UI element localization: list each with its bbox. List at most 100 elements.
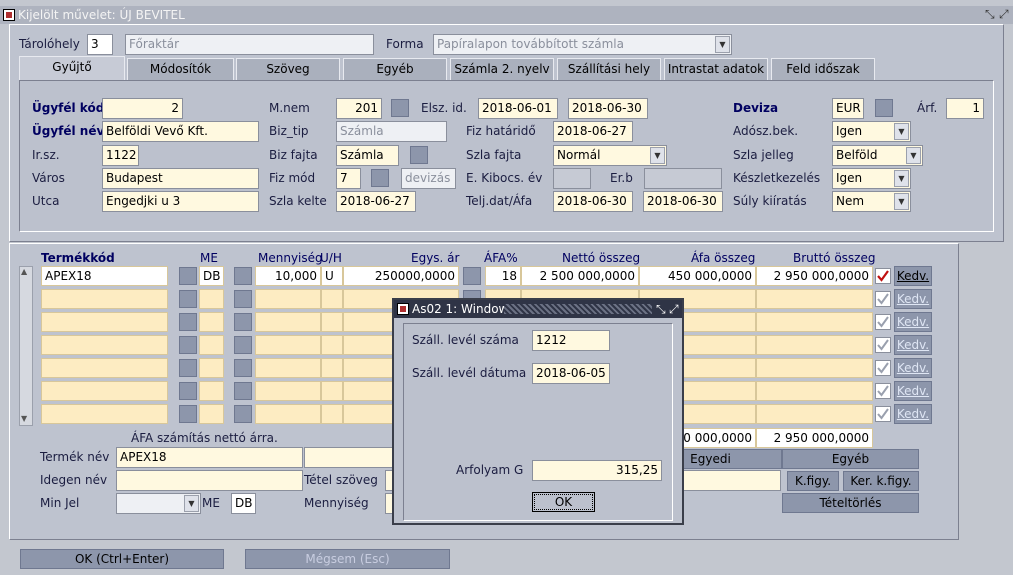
row-checkbox[interactable] — [875, 314, 891, 330]
ok-button[interactable]: OK (Ctrl+Enter) — [20, 549, 224, 569]
row-lookup-button[interactable] — [234, 359, 252, 377]
empty-cell[interactable] — [41, 358, 168, 378]
empty-cell[interactable] — [199, 289, 224, 309]
cell-me[interactable]: DB — [199, 266, 224, 286]
cancel-button[interactable]: Mégsem (Esc) — [245, 549, 450, 569]
cell-netto[interactable]: 2 500 000,0000 — [521, 266, 639, 286]
kedv-button[interactable]: Kedv. — [894, 266, 932, 286]
chevron-down-icon[interactable]: ▼ — [894, 170, 909, 187]
kedv-button[interactable]: Kedv. — [894, 358, 932, 378]
kfigy-button[interactable]: K.figy. — [787, 471, 839, 491]
irsz-field[interactable]: 1122 — [102, 145, 139, 166]
mnem-lookup-button[interactable] — [391, 99, 409, 117]
ugyfel-kod-field[interactable]: 2 — [102, 98, 183, 119]
afa-dat-field[interactable]: 2018-06-30 — [643, 191, 723, 212]
maximize-icon[interactable]: ⤢ — [999, 6, 1011, 22]
deviza-field[interactable]: EUR — [832, 98, 864, 119]
empty-cell[interactable] — [199, 381, 224, 401]
chevron-down-icon[interactable]: ▼ — [184, 495, 199, 512]
empty-cell[interactable] — [321, 312, 343, 332]
empty-cell[interactable] — [255, 335, 321, 355]
mnem-field[interactable]: 201 — [336, 98, 382, 119]
empty-cell[interactable] — [199, 312, 224, 332]
cell-brutto[interactable]: 2 950 000,0000 — [756, 266, 873, 286]
empty-cell[interactable] — [756, 335, 873, 355]
biz-fajta-lookup-button[interactable] — [410, 146, 428, 164]
min-jel-select[interactable]: ▼ — [116, 493, 201, 514]
chevron-down-icon[interactable]: ▼ — [650, 147, 665, 164]
biz-fajta-field[interactable]: Számla — [336, 145, 399, 166]
chevron-down-icon[interactable]: ▼ — [894, 123, 909, 140]
telj-dat-field[interactable]: 2018-06-30 — [553, 191, 633, 212]
termek-nev-extra-field[interactable] — [304, 447, 394, 468]
empty-cell[interactable] — [41, 404, 168, 424]
tab-modositok[interactable]: Módosítók — [127, 58, 234, 80]
ker-kfigy-button[interactable]: Ker. k.figy. — [843, 471, 919, 491]
row-lookup-button[interactable] — [179, 405, 197, 423]
empty-cell[interactable] — [756, 312, 873, 332]
cell-termekkod[interactable]: APEX18 — [41, 266, 168, 286]
row-lookup-button[interactable] — [234, 382, 252, 400]
tab-szamla-2-nyelv[interactable]: Számla 2. nyelv — [450, 58, 554, 80]
teteltorles-button[interactable]: Tételtörlés — [782, 493, 919, 513]
egyeb-button[interactable]: Egyéb — [782, 449, 919, 469]
szla-kelte-field[interactable]: 2018-06-27 — [336, 191, 416, 212]
row-lookup-button[interactable] — [179, 290, 197, 308]
tab-szallitasi-hely[interactable]: Szállítási hely — [557, 58, 661, 80]
row-checkbox[interactable] — [875, 268, 891, 284]
empty-cell[interactable] — [41, 289, 168, 309]
keszlet-select[interactable]: Igen ▼ — [832, 168, 911, 189]
empty-cell[interactable] — [756, 358, 873, 378]
row-lookup-button[interactable] — [234, 313, 252, 331]
fiz-mod-field[interactable]: 7 — [336, 168, 361, 189]
utca-field[interactable]: Engedjki u 3 — [102, 191, 259, 212]
termekkod-lookup-button[interactable] — [179, 267, 197, 285]
me-lookup-button[interactable] — [234, 267, 252, 285]
empty-cell[interactable] — [41, 335, 168, 355]
minimize-icon[interactable]: ⤡ — [985, 6, 997, 22]
idegen-nev-field[interactable] — [116, 470, 303, 491]
empty-cell[interactable] — [41, 381, 168, 401]
tab-egyeb[interactable]: Egyéb — [343, 58, 447, 80]
row-lookup-button[interactable] — [179, 336, 197, 354]
szla-fajta-select[interactable]: Normál ▼ — [553, 145, 667, 166]
empty-cell[interactable] — [255, 381, 321, 401]
elsz-to-field[interactable]: 2018-06-30 — [568, 98, 648, 119]
cell-uh[interactable]: U — [321, 266, 343, 286]
row-lookup-button[interactable] — [234, 405, 252, 423]
empty-cell[interactable] — [41, 312, 168, 332]
chevron-down-icon[interactable]: ▼ — [715, 36, 730, 53]
tab-feld-idoszak[interactable]: Feld időszak — [771, 58, 875, 80]
empty-cell[interactable] — [255, 312, 321, 332]
szall-szama-field[interactable]: 1212 — [532, 330, 610, 351]
empty-cell[interactable] — [756, 381, 873, 401]
empty-cell[interactable] — [199, 358, 224, 378]
chevron-down-icon[interactable]: ▼ — [894, 193, 909, 210]
row-checkbox[interactable] — [875, 383, 891, 399]
empty-cell[interactable] — [756, 289, 873, 309]
cell-egys-ar[interactable]: 250000,0000 — [343, 266, 459, 286]
tarolohely-code-field[interactable]: 3 — [87, 34, 113, 55]
empty-cell[interactable] — [321, 381, 343, 401]
dialog-titlebar[interactable]: As02 1: Window 0 ⤡ ⤢ — [394, 300, 682, 318]
row-checkbox[interactable] — [875, 360, 891, 376]
tab-gyujto[interactable]: Gyűjtő — [19, 56, 125, 80]
dialog-ok-button[interactable]: OK — [532, 492, 595, 512]
grid-scrollbar[interactable]: ▲ ▼ — [19, 266, 33, 426]
szla-jelleg-select[interactable]: Belföld ▼ — [832, 145, 923, 166]
fiz-mod-lookup-button[interactable] — [371, 169, 389, 187]
empty-cell[interactable] — [255, 404, 321, 424]
row-checkbox[interactable] — [875, 291, 891, 307]
kedv-button[interactable]: Kedv. — [894, 335, 932, 355]
me-bottom-field[interactable]: DB — [231, 493, 256, 514]
kedv-button[interactable]: Kedv. — [894, 381, 932, 401]
minimize-icon[interactable]: ⤡ — [656, 301, 668, 317]
row-lookup-button[interactable] — [179, 313, 197, 331]
scroll-down-icon[interactable]: ▼ — [21, 414, 27, 423]
empty-cell[interactable] — [255, 289, 321, 309]
deviza-lookup-button[interactable] — [875, 99, 893, 117]
chevron-down-icon[interactable]: ▼ — [906, 147, 921, 164]
empty-cell[interactable] — [255, 358, 321, 378]
empty-cell[interactable] — [321, 289, 343, 309]
empty-cell[interactable] — [321, 358, 343, 378]
